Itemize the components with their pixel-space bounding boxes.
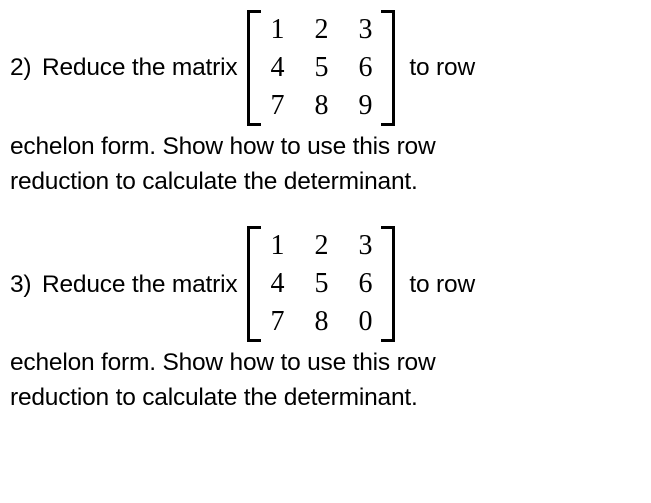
matrix-cell: 8 xyxy=(313,308,329,336)
matrix-cell: 4 xyxy=(269,270,285,298)
matrix-cell: 8 xyxy=(313,92,329,120)
lead-text: Reduce the matrix xyxy=(42,268,243,301)
matrix-cell: 1 xyxy=(269,232,285,260)
problem-2-follow1: echelon form. Show how to use this row xyxy=(10,130,643,163)
matrix-3: 1 2 3 4 5 6 7 8 0 xyxy=(245,226,397,342)
matrix-cell: 3 xyxy=(357,16,373,44)
problem-3: 3) Reduce the matrix 1 2 3 4 5 6 7 8 0 t… xyxy=(10,224,643,414)
problem-3-follow2: reduction to calculate the determinant. xyxy=(10,381,643,414)
matrix-cell: 7 xyxy=(269,92,285,120)
right-bracket-icon xyxy=(385,10,397,126)
matrix-cell: 4 xyxy=(269,54,285,82)
matrix-cell: 5 xyxy=(313,54,329,82)
matrix-grid: 1 2 3 4 5 6 7 8 9 xyxy=(257,10,385,126)
trail-text: to row xyxy=(399,51,475,84)
problem-number: 3) xyxy=(10,268,42,301)
right-bracket-icon xyxy=(385,226,397,342)
lead-text: Reduce the matrix xyxy=(42,51,243,84)
problem-2-follow2: reduction to calculate the determinant. xyxy=(10,165,643,198)
matrix-cell: 6 xyxy=(357,54,373,82)
problem-2-line1: 2) Reduce the matrix 1 2 3 4 5 6 7 8 9 t… xyxy=(10,8,643,128)
matrix-cell: 3 xyxy=(357,232,373,260)
matrix-cell: 7 xyxy=(269,308,285,336)
matrix-cell: 2 xyxy=(313,16,329,44)
trail-text: to row xyxy=(399,268,475,301)
left-bracket-icon xyxy=(245,226,257,342)
page: 2) Reduce the matrix 1 2 3 4 5 6 7 8 9 t… xyxy=(0,0,651,448)
matrix-grid: 1 2 3 4 5 6 7 8 0 xyxy=(257,226,385,342)
matrix-cell: 1 xyxy=(269,16,285,44)
left-bracket-icon xyxy=(245,10,257,126)
matrix-cell: 9 xyxy=(357,92,373,120)
problem-3-line1: 3) Reduce the matrix 1 2 3 4 5 6 7 8 0 t… xyxy=(10,224,643,344)
matrix-2: 1 2 3 4 5 6 7 8 9 xyxy=(245,10,397,126)
matrix-cell: 2 xyxy=(313,232,329,260)
problem-3-follow1: echelon form. Show how to use this row xyxy=(10,346,643,379)
matrix-cell: 5 xyxy=(313,270,329,298)
matrix-cell: 6 xyxy=(357,270,373,298)
problem-number: 2) xyxy=(10,51,42,84)
problem-2: 2) Reduce the matrix 1 2 3 4 5 6 7 8 9 t… xyxy=(10,8,643,198)
matrix-cell: 0 xyxy=(357,308,373,336)
